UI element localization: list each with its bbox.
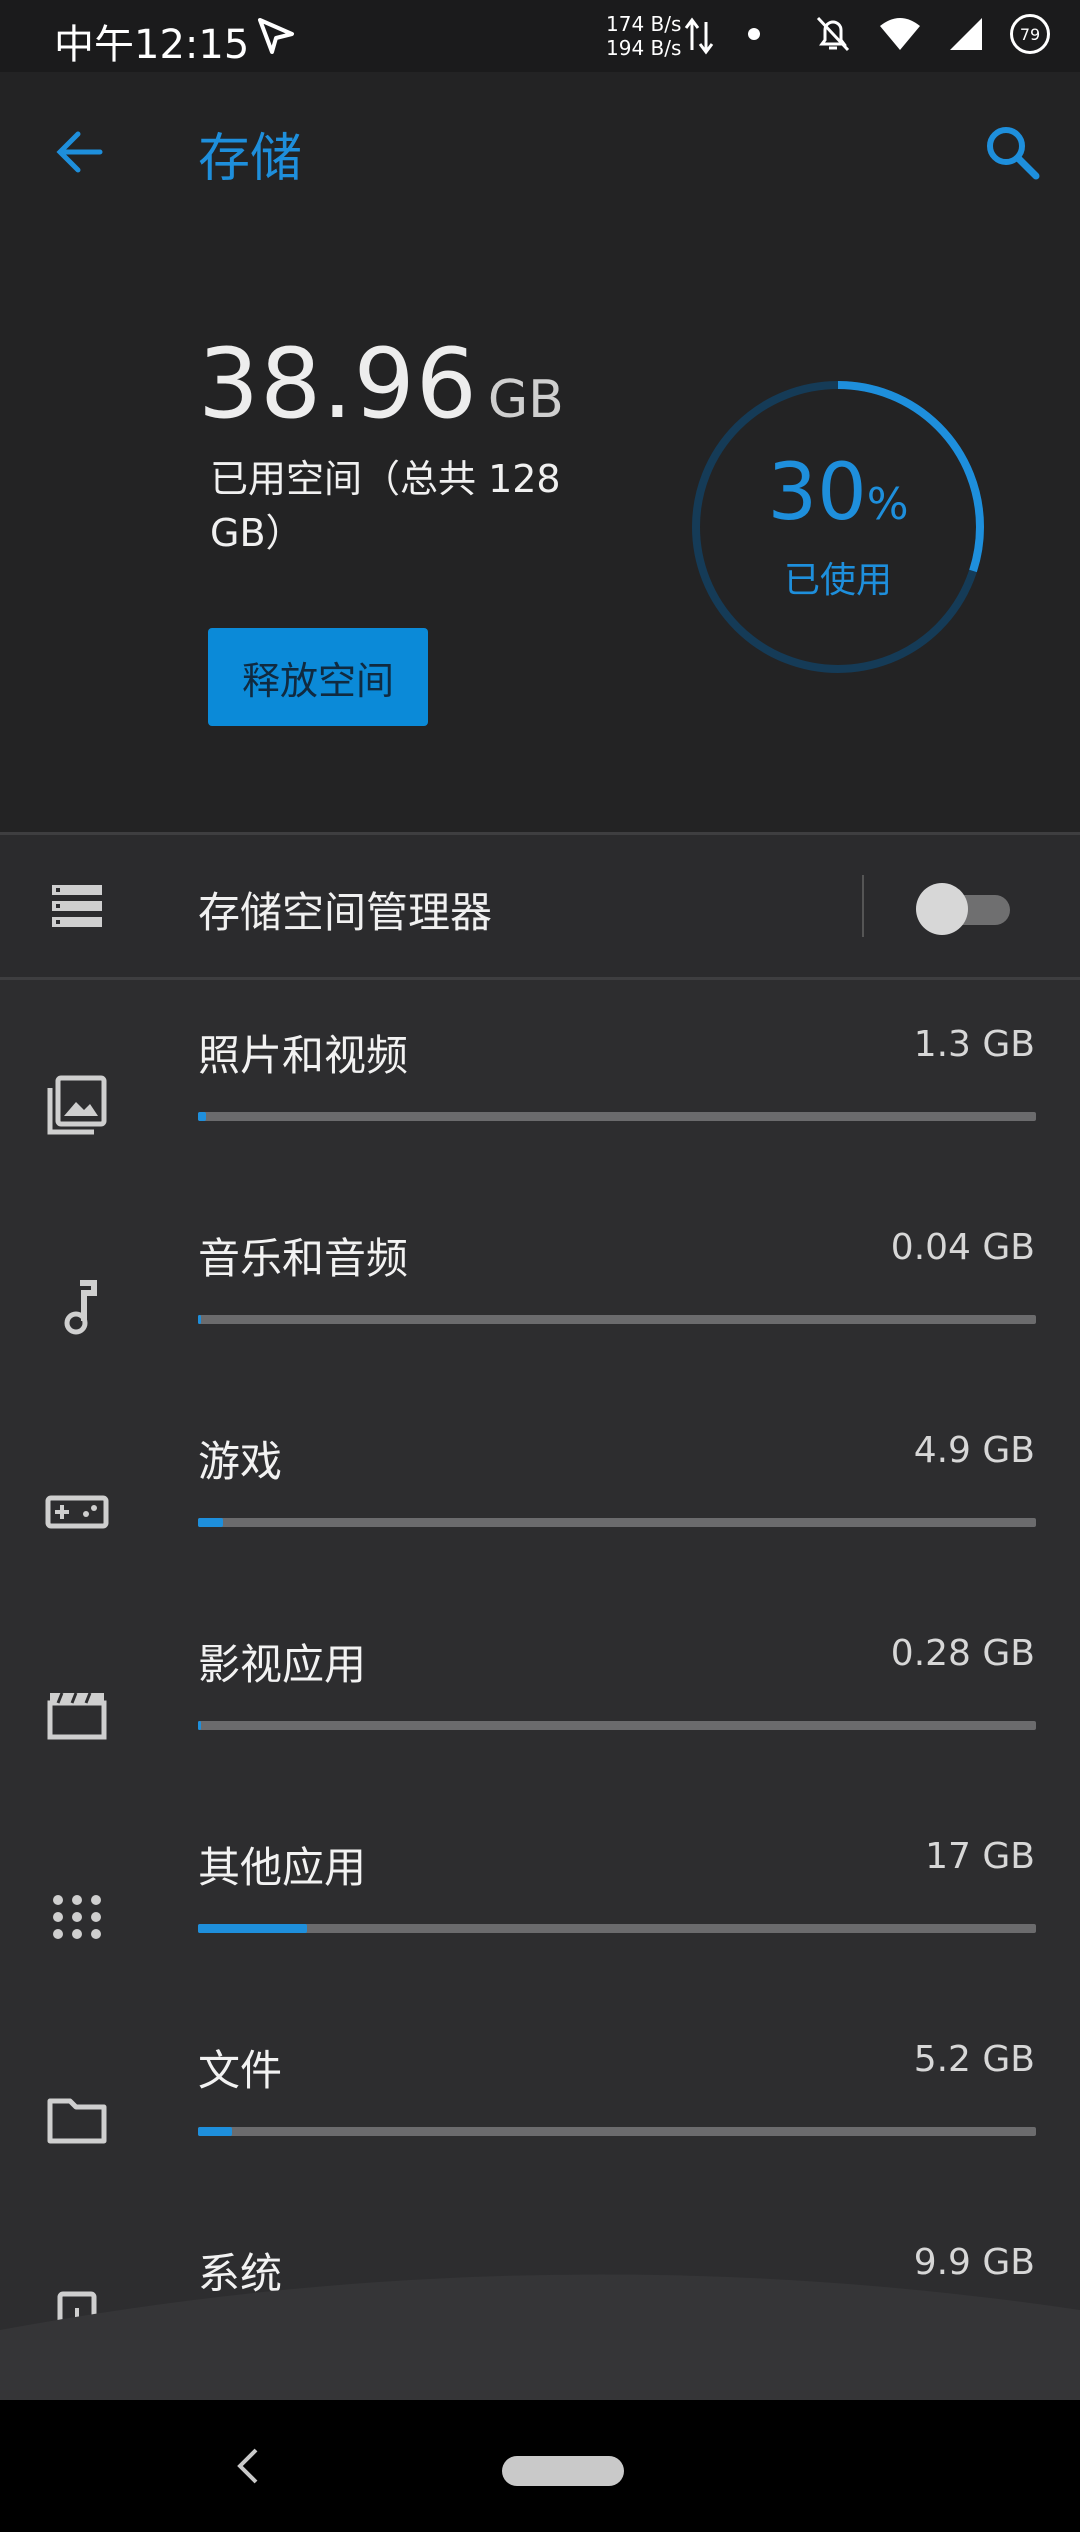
category-item[interactable]: 其他应用 17 GB [0,1812,1080,2015]
category-size: 17 GB [925,1836,1035,1877]
category-usage-bar [198,2127,1036,2136]
page-title: 存储 [198,129,303,189]
wifi-icon [880,18,920,50]
battery-icon: 79 [1010,14,1050,54]
status-icons: 79 [748,14,1050,54]
category-usage-bar [198,1518,1036,1527]
nav-home-pill[interactable] [502,2456,624,2486]
category-size: 5.2 GB [913,2039,1035,2080]
storage-manager-toggle[interactable] [916,883,1010,935]
used-number: 38.96 [198,328,478,440]
category-name: 照片和视频 [198,1031,409,1080]
usage-bar-fill [198,1924,307,1933]
category-item[interactable]: 照片和视频 1.3 GB [0,1000,1080,1203]
vertical-separator [862,875,864,937]
storage-manager-row[interactable]: 存储空间管理器 [0,835,1080,977]
status-bar: 中午12:15 174 B/s 194 B/s 79 [0,0,1080,72]
category-name: 文件 [198,2046,283,2095]
category-size: 0.04 GB [890,1227,1035,1268]
category-name: 影视应用 [198,1640,367,1689]
back-arrow-icon[interactable] [50,122,110,182]
clapperboard-icon [47,1692,107,1740]
folder-icon [47,2098,107,2144]
music-note-icon [64,1280,97,1335]
category-usage-bar [198,1924,1036,1933]
status-time: 中午12:15 [54,22,250,68]
signal-icon [950,18,982,50]
network-speed: 174 B/s 194 B/s [606,12,681,60]
category-size: 4.9 GB [913,1430,1035,1471]
toggle-knob [916,883,968,935]
percent-sign: % [866,479,909,530]
battery-level: 79 [1019,24,1041,44]
location-arrow-icon [258,18,294,54]
apps-grid-icon [53,1895,101,1939]
category-name: 其他应用 [198,1843,367,1892]
category-usage-bar [198,1721,1036,1730]
usage-bar-fill [198,1721,202,1730]
storage-list-icon [52,885,102,927]
percent-value: 30 [767,448,867,538]
bottom-decorative-arc [0,2274,1080,2400]
nav-back-icon[interactable] [232,2444,262,2488]
gamepad-icon [45,1495,109,1529]
usage-bar-fill [198,1518,224,1527]
alarm-off-icon [816,16,850,52]
usage-percent: 30% 已使用 [688,377,988,677]
usage-bar-fill [198,1315,202,1324]
navigation-bar [0,2400,1080,2532]
usage-bar-fill [198,2127,232,2136]
category-item[interactable]: 游戏 4.9 GB [0,1406,1080,1609]
used-unit: GB [487,370,564,430]
storage-header: 存储 38.96 GB 已用空间（总共 128 GB） 释放空间 30% 已使用 [0,72,1080,832]
photo-library-icon [47,1075,107,1135]
search-icon[interactable] [980,120,1044,184]
net-up: 174 B/s [606,12,682,36]
category-usage-bar [198,1315,1036,1324]
percent-label: 已使用 [783,560,892,601]
usage-bar-fill [198,1112,207,1121]
category-name: 音乐和音频 [198,1234,409,1283]
storage-manager-label: 存储空间管理器 [198,888,493,937]
category-usage-bar [198,1112,1036,1121]
category-item[interactable]: 文件 5.2 GB [0,2015,1080,2218]
category-name: 游戏 [198,1437,283,1486]
category-item[interactable]: 音乐和音频 0.04 GB [0,1203,1080,1406]
data-transfer-icon [684,17,714,55]
free-up-space-button[interactable]: 释放空间 [208,628,428,726]
category-size: 0.28 GB [890,1633,1035,1674]
used-space-value: 38.96 GB [198,328,564,440]
used-space-description: 已用空间（总共 128 GB） [210,457,561,555]
net-down: 194 B/s [606,36,682,60]
category-size: 1.3 GB [913,1024,1035,1065]
category-item[interactable]: 影视应用 0.28 GB [0,1609,1080,1812]
divider [0,977,1080,980]
notification-dot-icon [748,28,760,40]
